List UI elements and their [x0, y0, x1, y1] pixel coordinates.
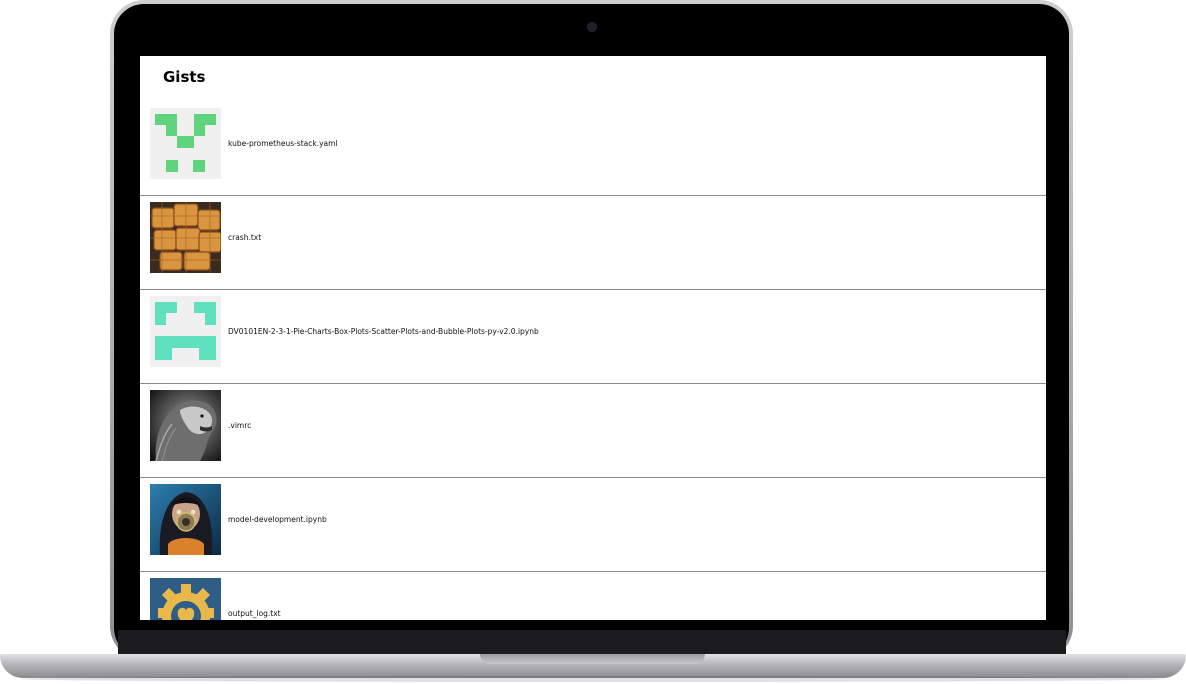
masked-character-avatar [150, 484, 221, 555]
gist-list: kube-prometheus-stack.yaml crash.txt DV0… [140, 102, 1046, 620]
gist-item[interactable]: model-development.ipynb [140, 478, 1046, 572]
gist-item[interactable]: crash.txt [140, 196, 1046, 290]
laptop-chin [118, 630, 1066, 654]
lion-photo-avatar [150, 390, 221, 461]
waffles-photo-avatar [150, 202, 221, 273]
gist-filename[interactable]: model-development.ipynb [228, 515, 327, 524]
gist-filename[interactable]: output_log.txt [228, 609, 281, 618]
gist-item[interactable]: output_log.txt [140, 572, 1046, 620]
screen: Gists kube-prometheus-stack.yaml crash.t… [140, 56, 1046, 620]
gist-filename[interactable]: kube-prometheus-stack.yaml [228, 139, 338, 148]
gist-item[interactable]: kube-prometheus-stack.yaml [140, 102, 1046, 196]
identicon-avatar [150, 108, 221, 179]
laptop-shadow [20, 676, 1166, 682]
page-title: Gists [163, 68, 206, 86]
gist-filename[interactable]: DV0101EN-2-3-1-Pie-Charts-Box-Plots-Scat… [228, 327, 539, 336]
gist-filename[interactable]: .vimrc [228, 421, 251, 430]
gist-filename[interactable]: crash.txt [228, 233, 261, 242]
gist-item[interactable]: DV0101EN-2-3-1-Pie-Charts-Box-Plots-Scat… [140, 290, 1046, 384]
gist-item[interactable]: .vimrc [140, 384, 1046, 478]
identicon-avatar [150, 296, 221, 367]
laptop-notch [480, 654, 705, 664]
gear-heart-logo-avatar [150, 578, 221, 620]
webcam [588, 23, 596, 31]
